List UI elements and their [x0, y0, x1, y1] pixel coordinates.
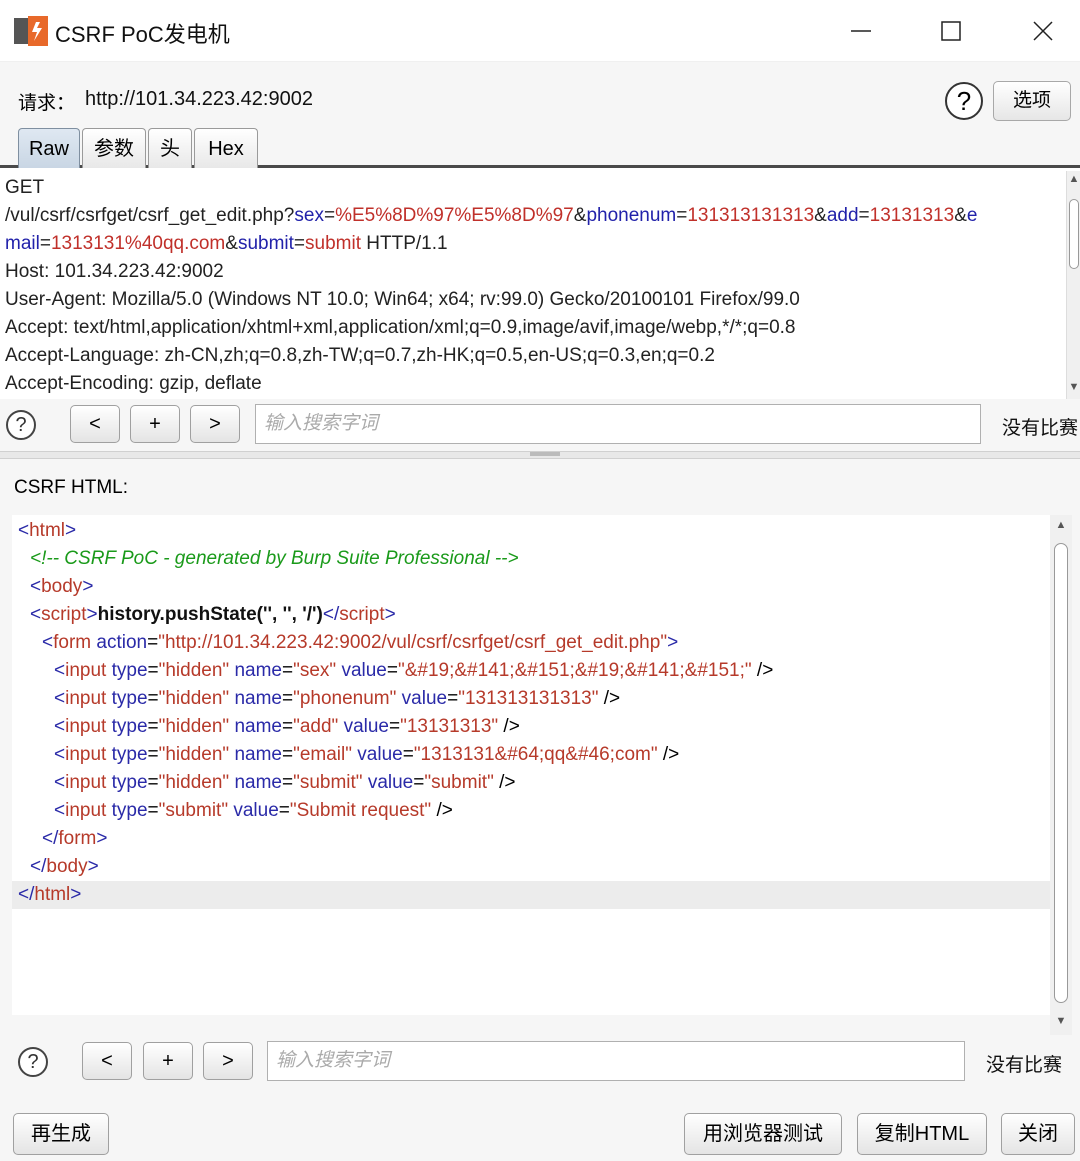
help-icon[interactable]: ?	[6, 410, 36, 440]
code-line: <input type="hidden" name="add" value="1…	[54, 716, 520, 737]
header-line: Accept: text/html,application/xhtml+xml,…	[5, 317, 796, 338]
minimize-icon	[851, 30, 871, 32]
csrf-html-editor[interactable]: <html> <!-- CSRF PoC - generated by Burp…	[12, 515, 1050, 1015]
search-prev-button[interactable]: <	[70, 405, 120, 443]
split-divider[interactable]	[0, 451, 1080, 459]
code-line: <html>	[18, 520, 77, 541]
minimize-button[interactable]	[836, 10, 886, 52]
csrf-html-panel: CSRF HTML: <html> <!-- CSRF PoC - genera…	[0, 459, 1080, 1161]
help-icon[interactable]: ?	[18, 1047, 48, 1077]
param-value: 1313131%40qq.com	[50, 233, 226, 254]
header-line: Accept-Language: zh-CN,zh;q=0.8,zh-TW;q=…	[5, 345, 715, 366]
code-line: <input type="hidden" name="email" value=…	[54, 744, 680, 765]
close-icon	[1033, 21, 1053, 41]
close-button[interactable]: 关闭	[1001, 1113, 1075, 1155]
help-icon[interactable]: ?	[945, 82, 983, 120]
param-value: %E5%8D%97%E5%8D%97	[335, 205, 574, 226]
request-scrollbar[interactable]: ▲ ▼	[1066, 171, 1080, 399]
param-key: submit	[237, 233, 294, 254]
search-add-button[interactable]: +	[130, 405, 180, 443]
scroll-up-icon[interactable]: ▲	[1068, 173, 1080, 185]
request-protocol: HTTP/1.1	[361, 233, 448, 254]
header-line: Accept-Encoding: gzip, deflate	[5, 373, 262, 394]
param-value: submit	[305, 233, 361, 254]
request-tabs: Raw 参数 头 Hex	[0, 128, 1080, 168]
raw-request-editor[interactable]: GET /vul/csrf/csrfget/csrf_get_edit.php?…	[0, 171, 1066, 399]
code-line: <script>history.pushState('', '', '/')</…	[30, 604, 396, 625]
param-value: 13131313	[869, 205, 955, 226]
param-key: phonenum	[586, 205, 677, 226]
match-status: 没有比赛	[1002, 418, 1079, 439]
match-status: 没有比赛	[986, 1055, 1063, 1076]
search-input[interactable]: 输入搜索字词	[255, 404, 981, 444]
regenerate-button[interactable]: 再生成	[13, 1113, 109, 1155]
request-url: http://101.34.223.42:9002	[85, 88, 313, 110]
close-window-button[interactable]	[1018, 10, 1068, 52]
scroll-thumb[interactable]	[1069, 199, 1079, 269]
csrf-html-label: CSRF HTML:	[14, 477, 128, 498]
code-line: <body>	[30, 576, 94, 597]
code-line: <!-- CSRF PoC - generated by Burp Suite …	[30, 548, 519, 569]
code-line: <input type="hidden" name="phonenum" val…	[54, 688, 621, 709]
search-input[interactable]: 输入搜索字词	[267, 1041, 965, 1081]
code-line: <input type="hidden" name="submit" value…	[54, 772, 516, 793]
divider-grip[interactable]	[530, 452, 560, 456]
param-key: e	[966, 205, 978, 226]
scroll-down-icon[interactable]: ▼	[1055, 1015, 1067, 1027]
search-next-button[interactable]: >	[190, 405, 240, 443]
html-scrollbar[interactable]: ▲ ▼	[1050, 515, 1072, 1035]
tab-headers[interactable]: 头	[148, 128, 192, 168]
code-line: <input type="hidden" name="sex" value="&…	[54, 660, 774, 681]
code-line: </body>	[30, 856, 99, 877]
param-key: mail	[5, 233, 40, 254]
code-line-current: </html>	[12, 881, 1050, 909]
scroll-thumb[interactable]	[1054, 543, 1068, 1003]
tab-raw[interactable]: Raw	[18, 128, 80, 168]
options-button[interactable]: 选项	[993, 81, 1071, 121]
param-key: add	[826, 205, 859, 226]
request-search-bar: ? < + > 输入搜索字词 没有比赛	[0, 399, 1080, 451]
scroll-up-icon[interactable]: ▲	[1055, 519, 1067, 531]
code-line: <input type="submit" value="Submit reque…	[54, 800, 453, 821]
window-title: CSRF PoC发电机	[55, 22, 230, 47]
scroll-down-icon[interactable]: ▼	[1068, 381, 1080, 393]
search-prev-button[interactable]: <	[82, 1042, 132, 1080]
copy-html-button[interactable]: 复制HTML	[857, 1113, 987, 1155]
request-label: 请求：	[18, 93, 76, 114]
request-line-params2: mail=1313131%40qq.com&submit=submit HTTP…	[5, 233, 448, 254]
title-bar: CSRF PoC发电机	[0, 0, 1080, 62]
maximize-button[interactable]	[926, 10, 976, 52]
tab-hex[interactable]: Hex	[194, 128, 258, 168]
maximize-icon	[941, 21, 961, 41]
search-add-button[interactable]: +	[143, 1042, 193, 1080]
tab-params[interactable]: 参数	[82, 128, 146, 168]
header-line: Host: 101.34.223.42:9002	[5, 261, 224, 282]
code-line: <form action="http://101.34.223.42:9002/…	[42, 632, 679, 653]
search-next-button[interactable]: >	[203, 1042, 253, 1080]
test-in-browser-button[interactable]: 用浏览器测试	[684, 1113, 842, 1155]
request-row: 请求： http://101.34.223.42:9002 ? 选项	[0, 62, 1080, 128]
request-method: GET	[5, 177, 45, 198]
param-key: sex	[294, 205, 324, 226]
request-line-path: /vul/csrf/csrfget/csrf_get_edit.php?sex=…	[5, 205, 978, 226]
code-line: </form>	[42, 828, 108, 849]
param-value: 131313131313	[687, 205, 815, 226]
header-line: User-Agent: Mozilla/5.0 (Windows NT 10.0…	[5, 289, 800, 310]
request-path: /vul/csrf/csrfget/csrf_get_edit.php?	[5, 205, 295, 226]
burp-app-icon	[14, 16, 48, 46]
